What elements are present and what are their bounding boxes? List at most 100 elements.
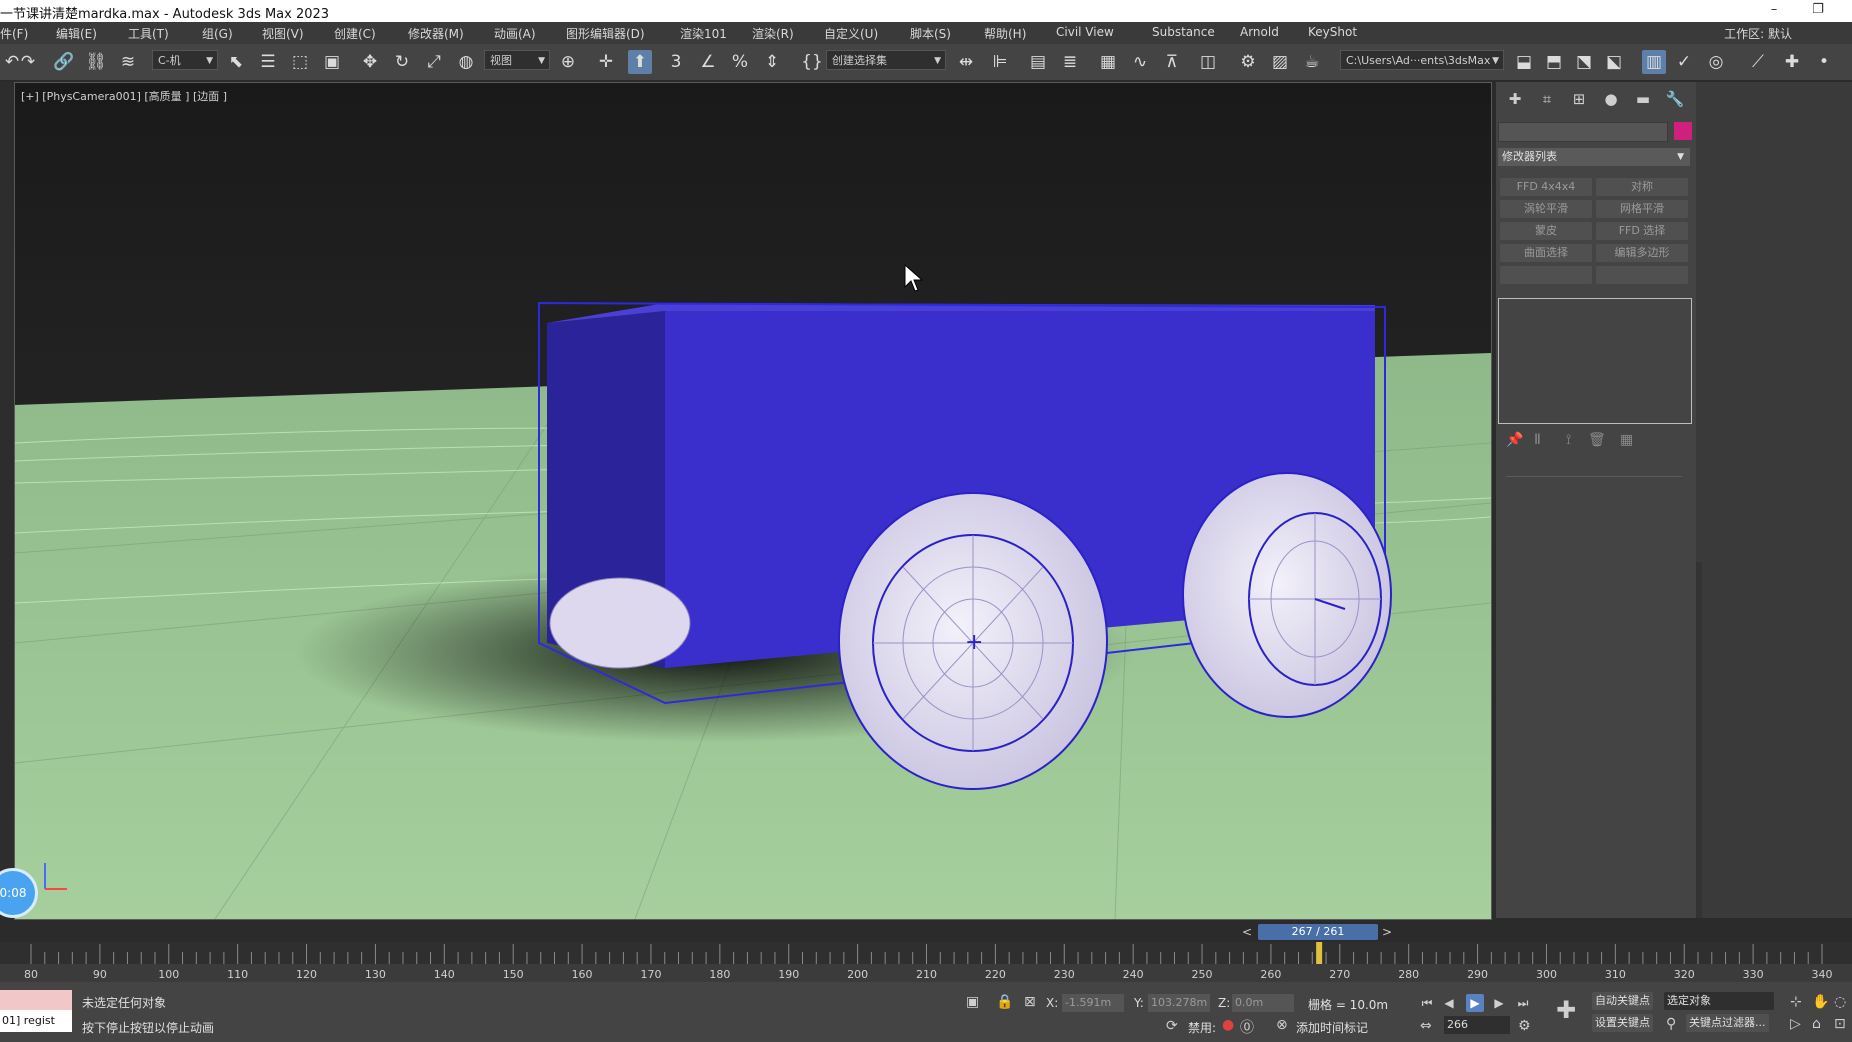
key-filters-button[interactable]: 关键点过滤器... xyxy=(1686,1014,1769,1032)
motion-tab-icon[interactable]: ● xyxy=(1600,90,1622,110)
front-left-wheel[interactable]: + xyxy=(838,492,1108,790)
z-coordinate-field[interactable]: 0.0m xyxy=(1232,994,1294,1012)
menu-civil-view[interactable]: Civil View xyxy=(1056,25,1114,39)
export-icon[interactable]: ⬕ xyxy=(1602,50,1626,74)
rotate-icon[interactable]: ↻ xyxy=(390,50,414,74)
ribbon-toggle-icon[interactable]: ▦ xyxy=(1096,50,1120,74)
select-object-icon[interactable]: ⬉ xyxy=(224,50,248,74)
percent-snap-icon[interactable]: % xyxy=(728,50,752,74)
key-filter-icon[interactable]: ⚲ xyxy=(1666,1016,1676,1032)
absolute-mode-icon[interactable]: ⊠ xyxy=(1024,994,1036,1010)
menu-edit[interactable]: 编辑(E) xyxy=(56,25,97,42)
layer-explorer-icon[interactable]: ≣ xyxy=(1058,50,1082,74)
viewport-label[interactable]: [+] [PhysCamera001] [高质量 ] [边面 ] xyxy=(21,88,227,104)
menu-scripting[interactable]: 脚本(S) xyxy=(910,25,951,42)
schematic-view-icon[interactable]: ⊼ xyxy=(1160,50,1184,74)
edit-named-selection-icon[interactable]: {} xyxy=(800,50,824,74)
play-view-icon[interactable]: ▷ xyxy=(1790,1016,1801,1032)
open-project-icon[interactable]: ⬒ xyxy=(1542,50,1566,74)
time-config-gear-icon[interactable]: ⚙ xyxy=(1518,1018,1531,1034)
time-tag-icon[interactable]: ⊗ xyxy=(1276,1017,1288,1033)
modifier-button[interactable]: 网格平滑 xyxy=(1596,200,1688,218)
window-crossing-icon[interactable]: ▣ xyxy=(320,50,344,74)
link-icon[interactable]: 🔗 xyxy=(52,50,76,74)
y-coordinate-field[interactable]: 103.278m xyxy=(1148,994,1210,1012)
modifier-list-dropdown[interactable]: 修改器列表 ▼ xyxy=(1498,148,1690,166)
ref-coord-dropdown[interactable]: 视图 ▼ xyxy=(484,50,550,70)
field-of-view-icon[interactable]: ⌂ xyxy=(1812,1016,1821,1032)
menu-file[interactable]: 件(F) xyxy=(0,25,28,42)
menu-customize[interactable]: 自定义(U) xyxy=(824,25,878,42)
goto-start-icon[interactable]: ⏮ xyxy=(1418,994,1436,1012)
front-right-wheel[interactable] xyxy=(1182,472,1392,718)
modifier-button[interactable] xyxy=(1500,266,1592,284)
zero-icon[interactable]: ⓪ xyxy=(1240,1017,1254,1037)
import-icon[interactable]: ⬔ xyxy=(1572,50,1596,74)
timeline-track[interactable]: 80 90 100 110 120 130 140 150 160 170 180 190 200 210… xyxy=(0,942,1852,982)
angle-snap-icon[interactable]: ∠ xyxy=(696,50,720,74)
modify-tab-icon[interactable]: ⌗ xyxy=(1536,90,1558,110)
maxscript-input[interactable]: 01] regist xyxy=(0,1010,72,1032)
pivot-center-icon[interactable]: ⊕ xyxy=(556,50,580,74)
menu-tools[interactable]: 工具(T) xyxy=(128,25,169,42)
rect-selection-icon[interactable]: ⬚ xyxy=(288,50,312,74)
restore-button[interactable]: ❐ xyxy=(1800,0,1836,22)
next-frame-icon[interactable]: ▶ xyxy=(1490,994,1508,1012)
utilities-tab-icon[interactable]: 🔧 xyxy=(1664,90,1686,110)
object-name-field[interactable] xyxy=(1498,122,1668,142)
workspace-selector[interactable]: 工作区: 默认 xyxy=(1724,25,1792,42)
selection-filter-dropdown[interactable]: C-机 ▼ xyxy=(152,50,218,70)
prev-frame-icon[interactable]: ◀ xyxy=(1440,994,1458,1012)
add-icon[interactable]: ✚ xyxy=(1780,50,1804,74)
time-config-icon[interactable]: ⇔ xyxy=(1420,1018,1432,1034)
render-production-icon[interactable]: ☕ xyxy=(1300,50,1324,74)
keyboard-shortcut-override-icon[interactable]: ⬆ xyxy=(628,50,652,74)
remove-modifier-icon[interactable]: 🗑 xyxy=(1588,432,1606,448)
named-selection-dropdown[interactable]: 创建选择集 ▼ xyxy=(826,50,946,70)
curve-editor-icon[interactable]: ∿ xyxy=(1128,50,1152,74)
add-time-tag[interactable]: 添加时间标记 xyxy=(1296,1019,1368,1036)
modifier-button[interactable]: 涡轮平滑 xyxy=(1500,200,1592,218)
set-key-button[interactable]: 设置关键点 xyxy=(1592,1014,1653,1032)
maxscript-listener[interactable]: 01] regist xyxy=(0,990,72,1034)
viewport-layout-icon[interactable]: ◎ xyxy=(1704,50,1728,74)
brush-icon[interactable]: ⟋ xyxy=(1746,50,1770,74)
object-color-swatch[interactable] xyxy=(1674,122,1692,140)
redo-icon[interactable]: ↷ xyxy=(16,50,40,74)
modifier-button[interactable]: 对称 xyxy=(1596,178,1688,196)
current-frame-field[interactable]: 266 xyxy=(1444,1016,1510,1034)
menu-help[interactable]: 帮助(H) xyxy=(984,25,1026,42)
menu-animation[interactable]: 动画(A) xyxy=(494,25,536,42)
hierarchy-tab-icon[interactable]: ⊞ xyxy=(1568,90,1590,110)
menu-substance[interactable]: Substance xyxy=(1152,25,1215,39)
unlink-icon[interactable]: ⛓ xyxy=(84,50,108,74)
check-icon[interactable]: ✓ xyxy=(1672,50,1696,74)
pin-stack-icon[interactable]: 📌 xyxy=(1506,432,1523,448)
spinner-snap-icon[interactable]: ⇕ xyxy=(760,50,784,74)
timeline-current-frame-marker[interactable] xyxy=(1316,942,1323,964)
orbit-icon[interactable]: ◌ xyxy=(1834,994,1846,1010)
minimize-button[interactable]: – xyxy=(1756,0,1792,22)
modifier-button[interactable] xyxy=(1596,266,1688,284)
snap-3d-icon[interactable]: 3 xyxy=(664,50,688,74)
time-slider[interactable]: < 267 / 261 > xyxy=(1240,924,1392,940)
menu-rendering[interactable]: 渲染(R) xyxy=(752,25,794,42)
mirror-icon[interactable]: ⇹ xyxy=(954,50,978,74)
modifier-stack[interactable] xyxy=(1498,298,1692,424)
auto-key-button[interactable]: 自动关键点 xyxy=(1592,992,1653,1010)
menu-group[interactable]: 组(G) xyxy=(202,25,233,42)
render-setup-icon[interactable]: ⚙ xyxy=(1236,50,1260,74)
project-path-dropdown[interactable]: C:\Users\Ad···ents\3dsMax ▼ xyxy=(1340,50,1504,70)
create-tab-icon[interactable]: ✚ xyxy=(1504,90,1526,110)
menu-modifiers[interactable]: 修改器(M) xyxy=(408,25,464,42)
move-icon[interactable]: ✥ xyxy=(358,50,382,74)
time-next-button[interactable]: > xyxy=(1380,924,1394,940)
scene-explorer-icon[interactable]: ▤ xyxy=(1026,50,1050,74)
select-manipulate-icon[interactable]: ✛ xyxy=(594,50,618,74)
play-icon[interactable]: ▶ xyxy=(1466,994,1484,1012)
x-coordinate-field[interactable]: -1.591m xyxy=(1062,994,1124,1012)
adaptive-degradation-icon[interactable]: ⟳ xyxy=(1166,1018,1178,1034)
dot-icon[interactable]: • xyxy=(1812,50,1836,74)
bind-space-warp-icon[interactable]: ≋ xyxy=(116,50,140,74)
scale-icon[interactable]: ⤢ xyxy=(422,50,446,74)
